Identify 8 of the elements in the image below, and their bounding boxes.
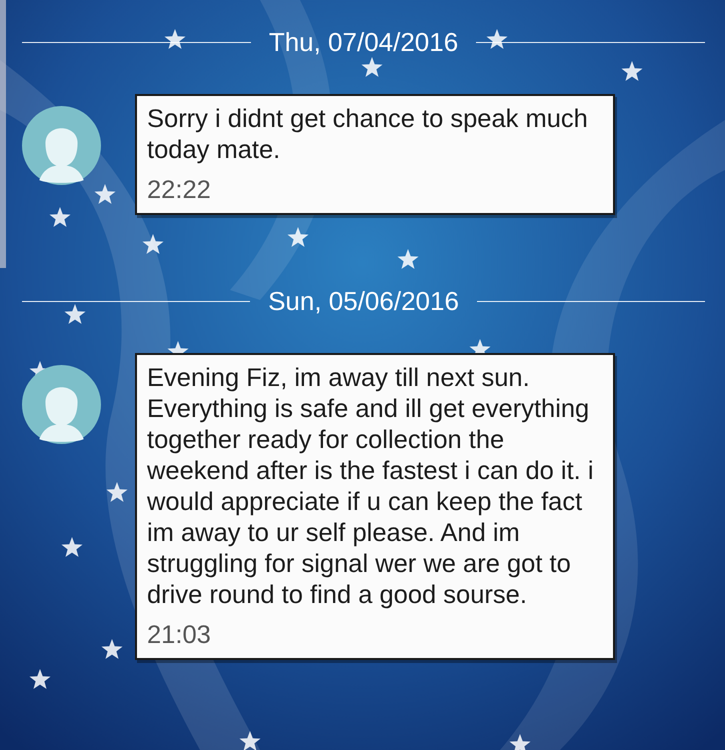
avatar-icon — [22, 365, 101, 444]
message-text: Sorry i didnt get chance to speak much today mate. — [147, 104, 589, 166]
avatar-icon — [22, 106, 101, 185]
date-label: Thu, 07/04/2016 — [268, 26, 458, 58]
date-label: Sun, 05/06/2016 — [268, 286, 459, 316]
message-text: Evening Fiz, im away till next sun. Everything is safe and ill get everything together ready for collection the weekend after is the fastest i can do it. i would appreciate if u can keep the fact im away to ur self please. And im struggling for signal wer we are got to drive round to find a good sourse. — [147, 363, 594, 611]
message-time: 21:03 — [147, 621, 211, 650]
message-time: 22:22 — [147, 176, 211, 205]
